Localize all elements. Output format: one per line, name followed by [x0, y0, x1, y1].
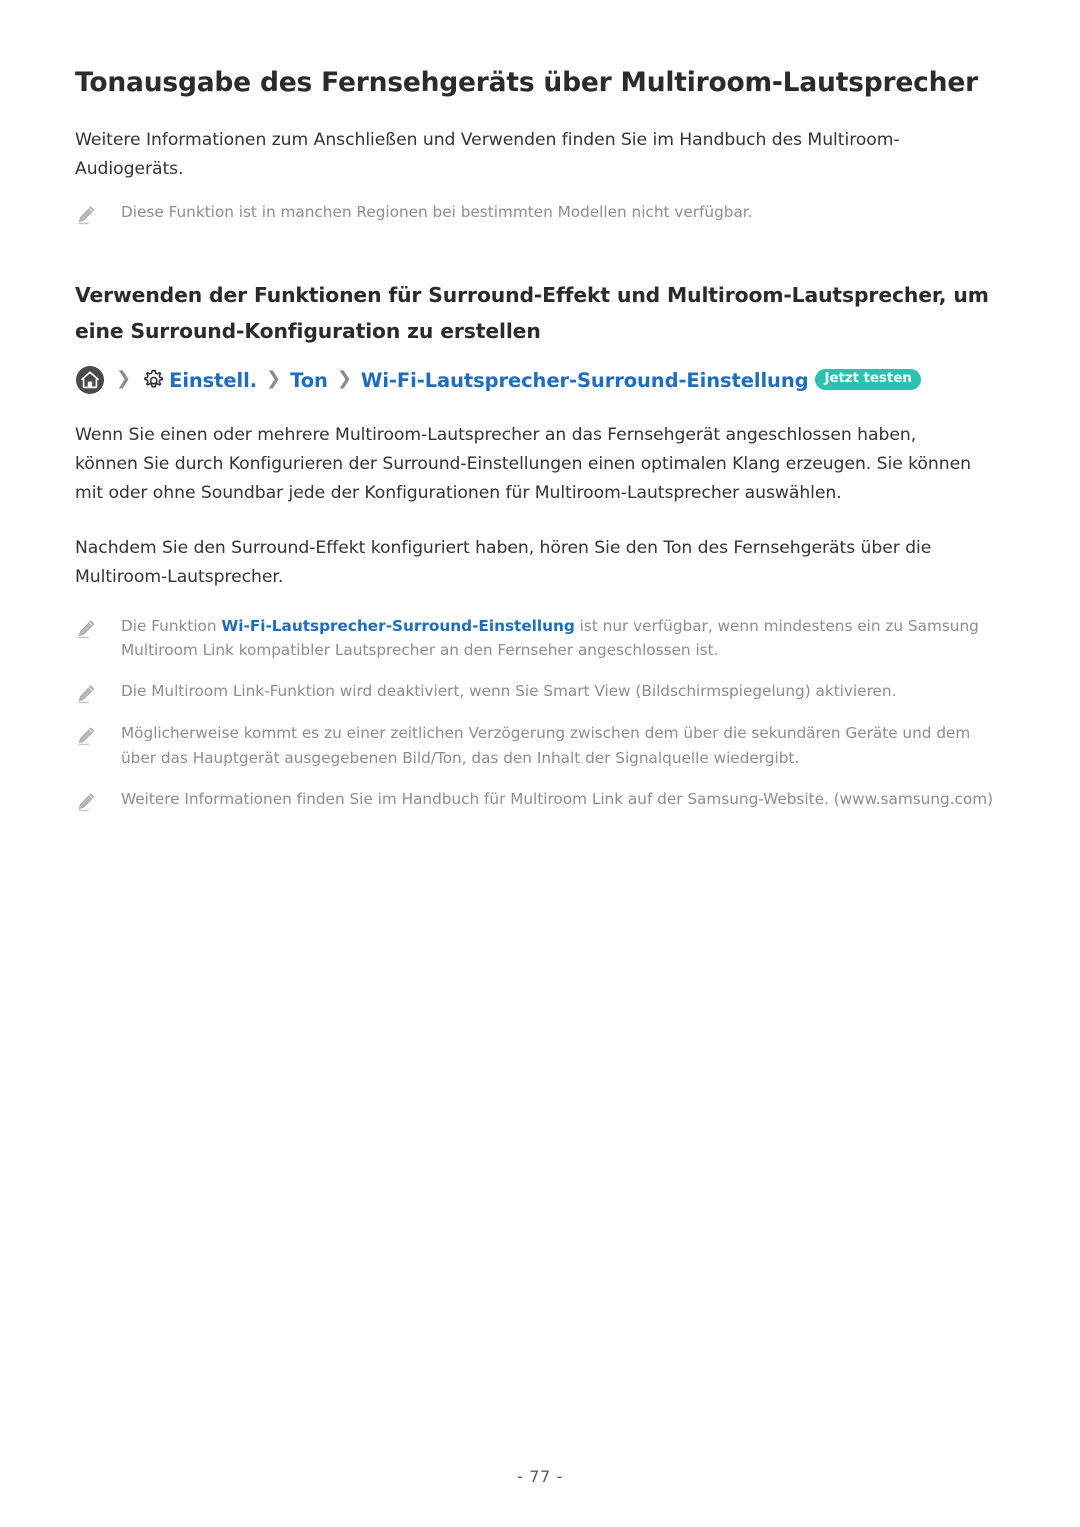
chevron-right-icon: ❯: [116, 368, 132, 390]
page-number: - 77 -: [517, 1467, 563, 1486]
note-text: Diese Funktion ist in manchen Regionen b…: [121, 203, 753, 222]
breadcrumb-item-einstell[interactable]: Einstell.: [169, 370, 257, 391]
section-paragraph-1: Wenn Sie einen oder mehrere Multiroom-La…: [75, 425, 971, 504]
section-heading: Verwenden der Funktionen für Surround-Ef…: [75, 283, 989, 343]
note-inline-link[interactable]: Wi-Fi-Lautsprecher-Surround-Einstellung: [221, 617, 574, 635]
try-now-badge[interactable]: Jetzt testen: [815, 368, 921, 390]
note-item: Die Multiroom Link-Funktion wird deaktiv…: [75, 663, 1005, 705]
page-title: Tonausgabe des Fernsehgeräts über Multir…: [75, 67, 978, 98]
home-icon[interactable]: [75, 365, 105, 395]
breadcrumb-item-ton[interactable]: Ton: [290, 370, 328, 391]
pencil-icon: [75, 791, 97, 813]
note-text: Möglicherweise kommt es zu einer zeitlic…: [121, 724, 971, 767]
chevron-right-icon: ❯: [266, 368, 282, 390]
pencil-icon: [75, 204, 97, 226]
breadcrumb-item-wifi-surround[interactable]: Wi-Fi-Lautsprecher-Surround-Einstellung: [361, 370, 809, 391]
note-item: Möglicherweise kommt es zu einer zeitlic…: [75, 705, 1005, 771]
document-page: Tonausgabe des Fernsehgeräts über Multir…: [0, 0, 1080, 1527]
pencil-icon: [75, 725, 97, 747]
intro-paragraph: Weitere Informationen zum Anschließen un…: [75, 130, 900, 180]
pencil-icon: [75, 618, 97, 640]
note-text-before: Die Funktion: [121, 616, 222, 635]
breadcrumb: ❯ Einstell. ❯ Ton ❯ Wi-Fi-Lautsprecher-S…: [75, 349, 1005, 395]
chevron-right-icon: ❯: [336, 368, 352, 390]
section-paragraph-2: Nachdem Sie den Surround-Effekt konfigur…: [75, 537, 932, 587]
gear-icon[interactable]: [142, 368, 166, 392]
note-item: Die Funktion Wi-Fi-Lautsprecher-Surround…: [75, 592, 1005, 664]
pencil-icon: [75, 683, 97, 705]
note-text: Die Multiroom Link-Funktion wird deaktiv…: [121, 682, 897, 701]
note-text: Die Funktion Wi-Fi-Lautsprecher-Surround…: [121, 614, 1005, 664]
note-item: Weitere Informationen finden Sie im Hand…: [75, 771, 1005, 813]
note-item-intro: Diese Funktion ist in manchen Regionen b…: [75, 184, 1005, 226]
note-text: Weitere Informationen finden Sie im Hand…: [121, 789, 994, 808]
